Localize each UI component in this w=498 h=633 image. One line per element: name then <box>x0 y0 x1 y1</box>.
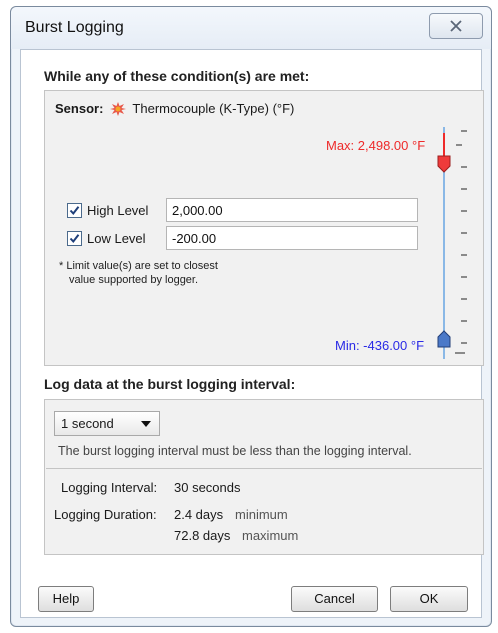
conditions-panel: Sensor: Thermocouple (K-Type) (°F) Max: … <box>44 90 484 366</box>
duration-max-value: 72.8 days <box>174 528 231 543</box>
low-level-label: Low Level <box>87 231 146 246</box>
low-level-checkbox[interactable] <box>67 231 82 246</box>
dialog-body: While any of these condition(s) are met:… <box>20 49 484 618</box>
burst-interval-hint: The burst logging interval must be less … <box>58 444 412 458</box>
logging-interval-label: Logging Interval: <box>61 480 158 495</box>
close-icon <box>450 20 462 32</box>
burst-panel: 1 second The burst logging interval must… <box>44 399 484 555</box>
min-handle[interactable] <box>437 330 451 348</box>
duration-min-note: minimum <box>235 507 288 522</box>
sensor-line: Sensor: Thermocouple (K-Type) (°F) <box>55 101 294 116</box>
max-label: Max: 2,498.00 °F <box>326 138 426 153</box>
dialog-title: Burst Logging <box>25 19 124 36</box>
burst-interval-value: 1 second <box>61 416 114 431</box>
duration-max-note: maximum <box>242 528 299 543</box>
dropdown-arrow-icon <box>141 421 151 427</box>
logging-duration-label: Logging Duration: <box>54 507 157 522</box>
logging-interval-value: 30 seconds <box>174 480 241 495</box>
max-handle[interactable] <box>437 155 451 173</box>
help-button[interactable]: Help <box>38 586 94 612</box>
duration-min-value: 2.4 days <box>174 507 224 522</box>
high-level-input[interactable] <box>166 198 418 222</box>
low-level-input[interactable] <box>166 226 418 250</box>
sensor-name: Thermocouple (K-Type) (°F) <box>132 101 295 116</box>
burst-interval-select[interactable]: 1 second <box>54 411 160 436</box>
burst-logging-dialog: Burst Logging While any of these conditi… <box>10 6 492 627</box>
close-button[interactable] <box>429 13 483 39</box>
thermocouple-icon <box>110 102 127 116</box>
cancel-button[interactable]: Cancel <box>291 586 378 612</box>
ok-button[interactable]: OK <box>390 586 468 612</box>
limit-note-line1: * Limit value(s) are set to closest <box>59 260 218 272</box>
high-level-checkbox[interactable] <box>67 203 82 218</box>
checkmark-icon <box>69 234 80 244</box>
sensor-label: Sensor: <box>55 101 104 116</box>
title-bar: Burst Logging <box>11 7 491 49</box>
conditions-heading: While any of these condition(s) are met: <box>44 68 310 84</box>
panel-divider <box>46 468 482 469</box>
burst-heading: Log data at the burst logging interval: <box>44 376 296 392</box>
scale-ticks <box>455 130 467 354</box>
min-label: Min: -436.00 °F <box>335 338 425 353</box>
high-level-label: High Level <box>87 203 149 218</box>
limit-note-line2: value supported by logger. <box>69 274 199 286</box>
checkmark-icon <box>69 206 80 216</box>
